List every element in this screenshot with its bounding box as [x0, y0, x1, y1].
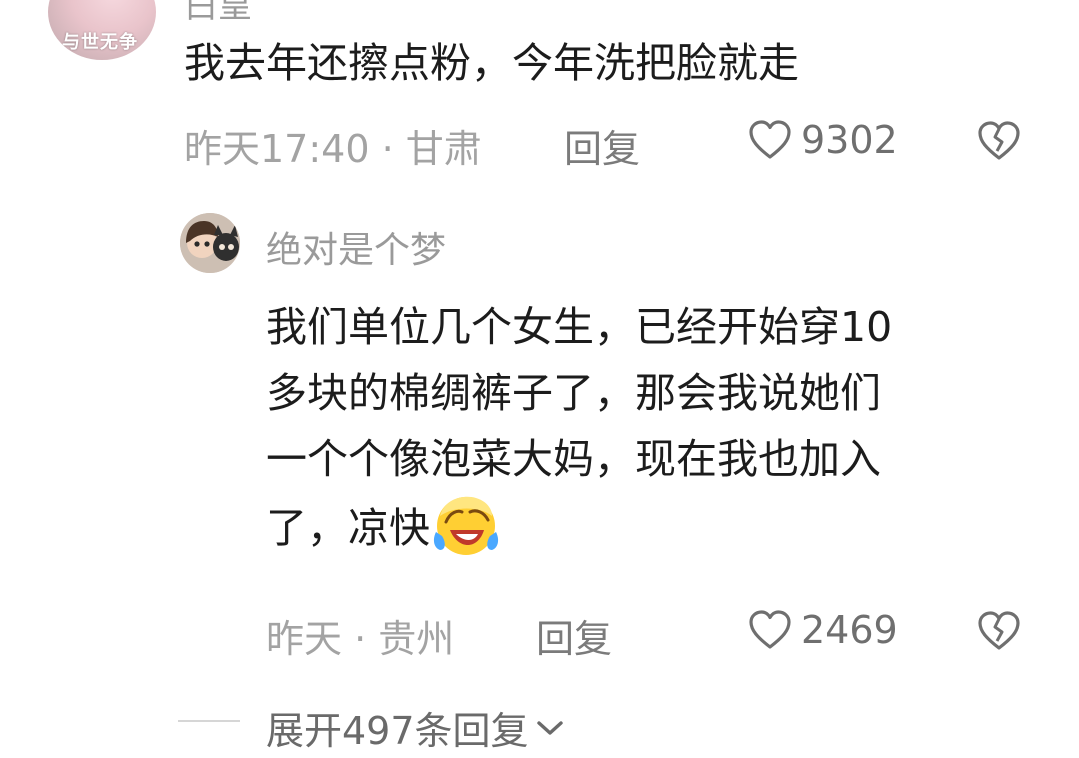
avatar[interactable]: 与世无争 — [48, 0, 156, 60]
broken-heart-icon — [976, 610, 1022, 652]
reply-button[interactable]: 回复 — [536, 608, 612, 663]
reply-text-line: 多块的棉绸裤子了，那会我说她们 — [266, 369, 881, 417]
broken-heart-icon — [976, 120, 1022, 162]
reply-text-line: 一个个像泡菜大妈，现在我也加入 — [266, 435, 881, 483]
reply-text-last-line: 了，凉快 — [266, 492, 892, 561]
reply-text: 我们单位几个女生，已经开始穿10 多块的棉绸裤子了，那会我说她们 一个个像泡菜大… — [266, 294, 892, 561]
expand-divider — [178, 720, 240, 722]
heart-outline-icon — [747, 609, 793, 651]
comment-text: 我去年还擦点粉，今年洗把脸就走 — [184, 39, 799, 87]
avatar-caption: 与世无争 — [62, 32, 138, 53]
laughing-crying-face-emoji — [432, 492, 500, 558]
comment-meta: 昨天17:40 · 甘肃 — [184, 127, 482, 171]
like-button[interactable]: 2469 — [747, 608, 898, 652]
like-count: 2469 — [801, 608, 898, 652]
heart-outline-icon — [747, 119, 793, 161]
chevron-down-icon — [535, 717, 565, 739]
expand-replies-label: 展开497条回复 — [266, 709, 529, 753]
comment-username[interactable]: 白皇 — [184, 0, 252, 27]
reply-meta: 昨天 · 贵州 — [266, 617, 455, 661]
reply-avatar[interactable] — [180, 213, 240, 273]
reply-button[interactable]: 回复 — [564, 118, 640, 173]
like-button[interactable]: 9302 — [747, 118, 898, 162]
reply-username[interactable]: 绝对是个梦 — [266, 221, 446, 273]
like-count: 9302 — [801, 118, 898, 162]
reply-text-line: 我们单位几个女生，已经开始穿10 — [266, 303, 893, 351]
dislike-button[interactable] — [976, 610, 1022, 652]
expand-replies-button[interactable]: 展开497条回复 — [266, 700, 565, 755]
dislike-button[interactable] — [976, 120, 1022, 162]
reply-text-line: 了，凉快 — [266, 504, 430, 552]
